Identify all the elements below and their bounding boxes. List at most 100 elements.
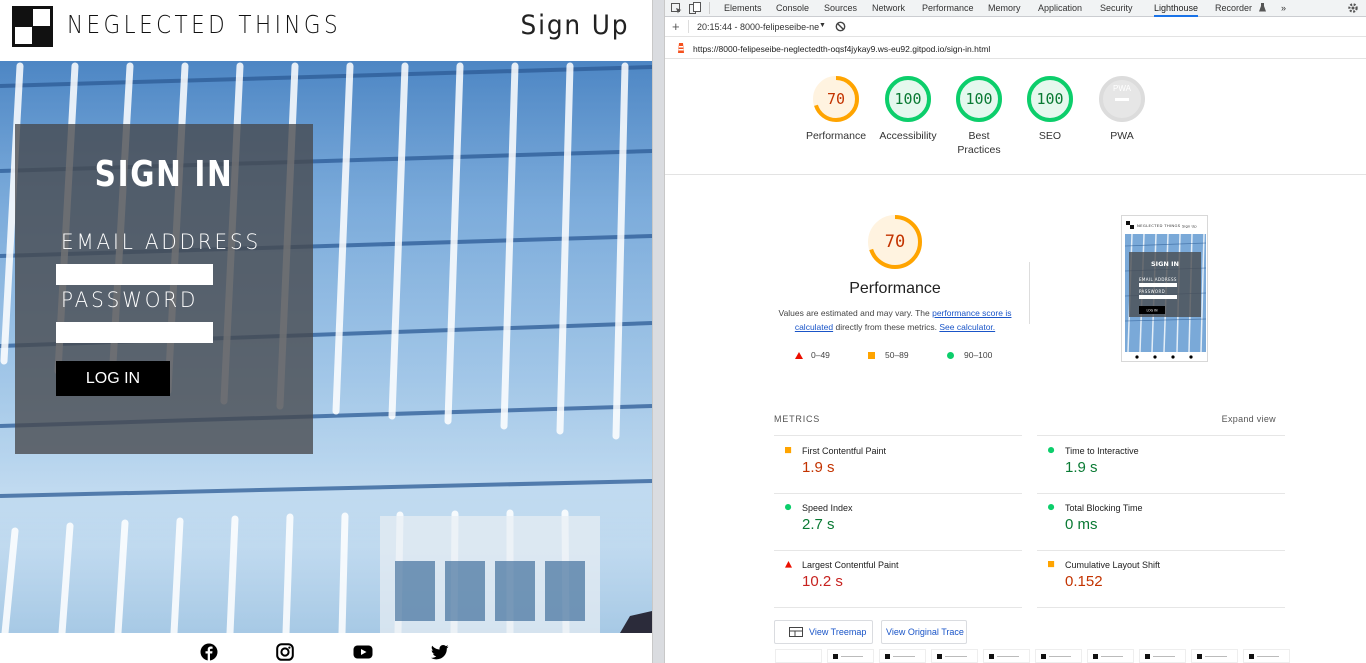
- tab-performance[interactable]: Performance: [922, 3, 974, 13]
- inspect-element-icon[interactable]: [671, 3, 682, 14]
- tab-elements[interactable]: Elements: [724, 3, 762, 13]
- logo-icon[interactable]: [12, 6, 53, 47]
- gauge-score: 100: [1036, 90, 1064, 108]
- panel-resizer[interactable]: [652, 0, 665, 663]
- signin-title: SIGN IN: [94, 154, 234, 195]
- gauge-label: PWA: [1110, 130, 1134, 142]
- signin-panel: SIGN IN EMAIL ADDRESS PASSWORD LOG IN: [15, 124, 313, 454]
- tab-lighthouse[interactable]: Lighthouse: [1154, 3, 1199, 17]
- twitter-icon[interactable]: [431, 643, 449, 661]
- legend-average-label: 50–89: [885, 350, 909, 360]
- legend-pass: 90–100: [947, 350, 992, 360]
- see-calculator-link[interactable]: See calculator.: [939, 322, 995, 332]
- facebook-icon[interactable]: [200, 643, 218, 661]
- metric-divider: [774, 550, 1022, 551]
- device-toolbar-icon[interactable]: [689, 2, 701, 14]
- filmstrip-frame: [1035, 649, 1082, 663]
- performance-description: Values are estimated and may vary. The p…: [775, 306, 1015, 334]
- chevron-down-icon[interactable]: ▼: [819, 22, 826, 29]
- instagram-icon[interactable]: [276, 643, 294, 661]
- tab-console[interactable]: Console: [776, 3, 809, 13]
- frame-text-line: [1153, 656, 1175, 657]
- frame-text-line: [841, 656, 863, 657]
- metric-value: 10.2 s: [802, 573, 843, 590]
- frame-logo-icon: [1197, 654, 1202, 659]
- metric-divider: [1037, 550, 1285, 551]
- gauge-ring: 100: [1026, 75, 1074, 123]
- filmstrip-frame: [931, 649, 978, 663]
- new-report-plus-icon[interactable]: +: [672, 19, 680, 34]
- metric-divider: [774, 435, 1022, 436]
- signup-link[interactable]: Sign Up: [520, 10, 629, 41]
- login-button[interactable]: LOG IN: [56, 361, 170, 396]
- legend-average: 50–89: [868, 350, 909, 360]
- performance-section: 70 Performance Values are estimated and …: [775, 214, 1015, 334]
- toolbar-divider: [688, 20, 689, 33]
- flask-icon: [1259, 3, 1266, 12]
- gauge-score: 70: [826, 90, 846, 108]
- final-screenshot-thumbnail[interactable]: NEGLECTED THINGS Sign Up SIGN IN EMAIL A…: [1121, 215, 1208, 362]
- tab-memory[interactable]: Memory: [988, 3, 1021, 13]
- desc-text-1: Values are estimated and may vary. The: [778, 308, 933, 318]
- gauge-pwa[interactable]: PWA PWA: [1072, 75, 1172, 143]
- tab-application[interactable]: Application: [1038, 3, 1082, 13]
- gauge-ring: 100: [955, 75, 1003, 123]
- metric-value: 0 ms: [1065, 516, 1098, 533]
- metric-name: Total Blocking Time: [1065, 503, 1143, 513]
- frame-logo-icon: [989, 654, 994, 659]
- metric-divider: [774, 493, 1022, 494]
- audited-url[interactable]: https://8000-felipeseibe-neglectedth-oqs…: [693, 44, 990, 54]
- legend-pass-label: 90–100: [964, 350, 993, 360]
- site-footer: [0, 633, 652, 663]
- site-header: NEGLECTED THINGS Sign Up: [0, 0, 652, 61]
- gauge-score: PWA: [1113, 84, 1131, 93]
- performance-big-gauge: 70: [867, 214, 923, 270]
- metric-value: 0.152: [1065, 573, 1103, 590]
- lighthouse-toolbar: + 20:15:44 - 8000-felipeseibe-ne ▼: [665, 17, 1366, 37]
- frame-logo-icon: [1249, 654, 1254, 659]
- view-trace-label: View Original Trace: [886, 627, 964, 637]
- lighthouse-report: 70 Performance 100 Accessibility 100 Best Pra…: [665, 59, 1366, 663]
- frame-logo-icon: [1093, 654, 1098, 659]
- fail-triangle-icon: [795, 352, 803, 359]
- metric-value: 1.9 s: [1065, 459, 1098, 476]
- frame-logo-icon: [833, 654, 838, 659]
- filmstrip-frame: [1087, 649, 1134, 663]
- filmstrip-frame: [879, 649, 926, 663]
- metric-name: Largest Contentful Paint: [802, 560, 899, 570]
- frame-text-line: [1049, 656, 1071, 657]
- metrics-header: METRICS Expand view: [774, 414, 1276, 424]
- expand-view-toggle[interactable]: Expand view: [1222, 414, 1276, 424]
- metric-divider: [1037, 607, 1285, 608]
- view-treemap-button[interactable]: View Treemap: [774, 620, 873, 644]
- performance-title: Performance: [849, 280, 941, 297]
- email-input[interactable]: [56, 264, 213, 285]
- legend-fail: 0–49: [795, 350, 830, 360]
- tab-sources[interactable]: Sources: [824, 3, 857, 13]
- more-tabs-button[interactable]: »: [1281, 3, 1286, 13]
- report-selector[interactable]: 20:15:44 - 8000-felipeseibe-ne: [697, 22, 819, 32]
- screenshot-image: NEGLECTED THINGS Sign Up SIGN IN EMAIL A…: [1122, 216, 1207, 361]
- thumb-title: SIGN IN: [1151, 260, 1179, 268]
- frame-logo-icon: [1145, 654, 1150, 659]
- youtube-icon[interactable]: [353, 643, 373, 661]
- metric-name: First Contentful Paint: [802, 446, 887, 456]
- gauge-score: 100: [894, 90, 922, 108]
- tab-security[interactable]: Security: [1100, 3, 1133, 13]
- frame-logo-icon: [937, 654, 942, 659]
- filmstrip: [775, 649, 1295, 663]
- filmstrip-frame: [983, 649, 1030, 663]
- gauge-ring: 70: [812, 75, 860, 123]
- brand-name[interactable]: NEGLECTED THINGS: [67, 10, 341, 39]
- metric-name: Speed Index: [802, 503, 853, 513]
- tab-network[interactable]: Network: [872, 3, 905, 13]
- pass-circle-icon: [1048, 447, 1055, 454]
- gear-icon[interactable]: [1347, 2, 1359, 14]
- clear-block-icon[interactable]: [835, 21, 846, 32]
- filmstrip-frame: [1243, 649, 1290, 663]
- hero-image: SIGN IN EMAIL ADDRESS PASSWORD LOG IN: [0, 61, 652, 633]
- view-trace-button[interactable]: View Original Trace: [881, 620, 967, 644]
- thumb-signup: Sign Up: [1182, 224, 1197, 229]
- tab-recorder[interactable]: Recorder: [1215, 3, 1252, 13]
- password-input[interactable]: [56, 322, 213, 343]
